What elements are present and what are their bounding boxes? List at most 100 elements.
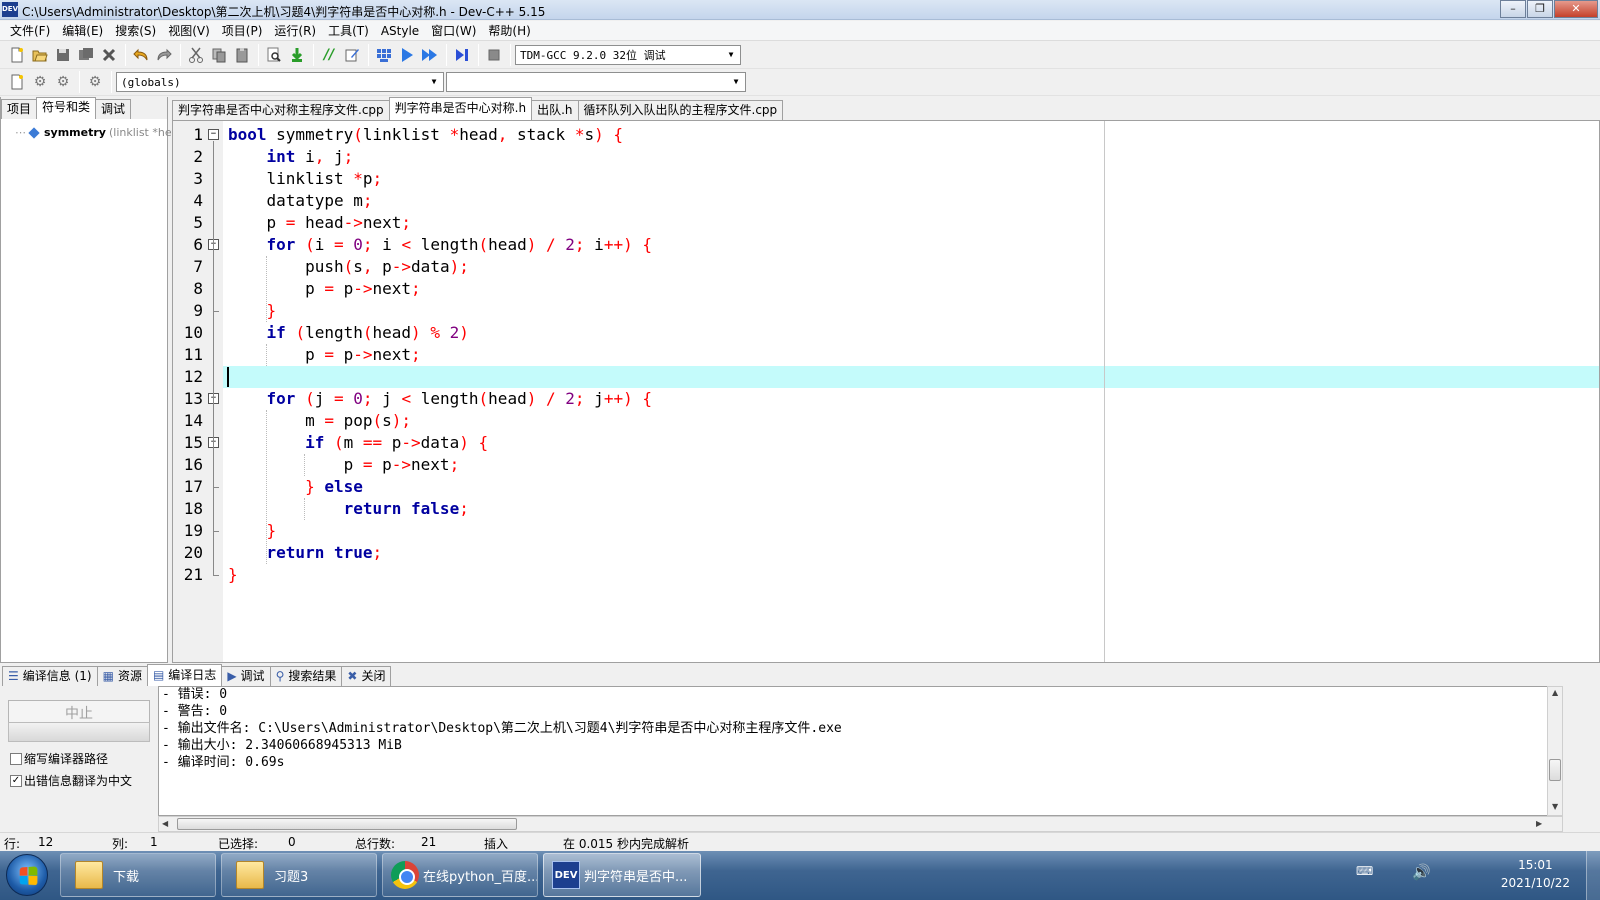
debug-icon[interactable] xyxy=(451,44,473,66)
tab-resources[interactable]: ▦ 资源 xyxy=(96,666,148,686)
menu-window[interactable]: 窗口(W) xyxy=(425,22,482,39)
line-number: 2 xyxy=(193,147,203,166)
gear-icon-2[interactable]: ⚙ xyxy=(52,71,74,93)
line-number: 14 xyxy=(183,411,203,430)
line-number: 5 xyxy=(193,213,203,232)
copy-icon[interactable] xyxy=(208,44,230,66)
chrome-icon xyxy=(391,861,419,889)
start-button[interactable] xyxy=(6,854,48,896)
log-line-output-size: - 输出大小: 2.34060668945313 MiB xyxy=(162,738,402,753)
undo-icon[interactable] xyxy=(130,44,152,66)
save-icon[interactable] xyxy=(52,44,74,66)
tab-debug-output[interactable]: ▶ 调试 xyxy=(221,666,271,686)
menu-file[interactable]: 文件(F) xyxy=(4,22,56,39)
member-select[interactable]: ▼ xyxy=(446,72,746,92)
compiler-select[interactable]: TDM-GCC 9.2.0 32位 调试 ▼ xyxy=(515,44,741,65)
taskbar-item-downloads[interactable]: 下载 xyxy=(60,853,216,897)
checkbox-checked: ✓ xyxy=(10,774,22,787)
short-path-checkbox[interactable]: 缩写编译器路径 xyxy=(10,750,108,767)
minimize-button[interactable]: – xyxy=(1500,0,1526,18)
taskbar: 下载 习题3 在线python_百度... DEV 判字符串是否中... ⌨ 🔊… xyxy=(0,851,1600,900)
window-title: C:\Users\Administrator\Desktop\第二次上机\习题4… xyxy=(22,5,546,19)
show-desktop-button[interactable] xyxy=(1586,851,1600,900)
tab-compile-info[interactable]: ☰ 编译信息 (1) xyxy=(2,666,98,686)
status-row-value: 12 xyxy=(38,835,54,849)
log-line-errors: - 错误: 0 xyxy=(162,687,228,702)
code-line: return true; xyxy=(266,543,383,562)
tab-close[interactable]: ✖ 关闭 xyxy=(341,666,392,686)
taskbar-item-devcpp[interactable]: DEV 判字符串是否中... xyxy=(543,853,701,897)
log-vertical-scrollbar[interactable]: ▲ ▼ xyxy=(1547,686,1563,816)
class-toolbar: ⚙ ⚙ ⚙ (globals) ▼ ▼ xyxy=(0,69,1600,96)
new-class-icon[interactable] xyxy=(6,71,28,93)
goto-icon[interactable] xyxy=(286,44,308,66)
status-bar: 行: 12 列: 1 已选择: 0 总行数: 21 插入 在 0.015 秒内完… xyxy=(0,832,1600,851)
taskbar-item-chrome[interactable]: 在线python_百度... xyxy=(382,853,538,897)
tab-debug[interactable]: 调试 xyxy=(95,99,132,119)
close-window-button[interactable]: ✕ xyxy=(1554,0,1598,18)
menu-view[interactable]: 视图(V) xyxy=(162,22,216,39)
code-line: push(s, p->data); xyxy=(228,257,469,276)
tree-item-symmetry[interactable]: ⋯ symmetry (linklist *head, xyxy=(15,126,189,139)
compile-icon[interactable] xyxy=(373,44,395,66)
menu-astyle[interactable]: AStyle xyxy=(375,24,425,38)
line-number: 13 xyxy=(183,389,203,408)
new-file-icon[interactable] xyxy=(6,44,28,66)
keyboard-icon[interactable]: ⌨ xyxy=(1356,864,1373,878)
edit-note-icon[interactable] xyxy=(341,44,363,66)
menu-edit[interactable]: 编辑(E) xyxy=(56,22,109,39)
clock-time: 15:01 xyxy=(1518,858,1553,872)
fold-toggle-icon[interactable]: − xyxy=(208,129,219,140)
log-line-warnings: - 警告: 0 xyxy=(162,704,228,719)
stop-icon[interactable] xyxy=(483,44,505,66)
code-line: for (j = 0; j < length(head) / 2; j++) { xyxy=(266,389,652,408)
tab-symmetry-h[interactable]: 判字符串是否中心对称.h xyxy=(388,97,533,120)
compile-run-icon[interactable] xyxy=(419,44,441,66)
code-editor[interactable]: 123456789101112131415161718192021−−−− bo… xyxy=(172,120,1600,663)
open-file-icon[interactable] xyxy=(29,44,51,66)
find-icon[interactable] xyxy=(263,44,285,66)
clock[interactable]: 15:01 2021/10/22 xyxy=(1501,856,1570,892)
code-line: bool symmetry(linklist *head, stack *s) … xyxy=(228,125,624,144)
line-number: 3 xyxy=(193,169,203,188)
tab-dequeue-h[interactable]: 出队.h xyxy=(531,100,579,120)
scope-select[interactable]: (globals) ▼ xyxy=(116,72,444,92)
redo-icon[interactable] xyxy=(153,44,175,66)
translate-checkbox[interactable]: ✓ 出错信息翻译为中文 xyxy=(10,772,132,789)
tab-compile-log[interactable]: ▤ 编译日志 xyxy=(146,664,223,686)
volume-icon[interactable]: 🔊 xyxy=(1412,863,1431,881)
close-file-icon[interactable] xyxy=(98,44,120,66)
menu-help[interactable]: 帮助(H) xyxy=(482,22,536,39)
cut-icon[interactable] xyxy=(185,44,207,66)
function-icon xyxy=(28,126,40,139)
gear-icon-3[interactable]: ⚙ xyxy=(84,71,106,93)
tab-symbols[interactable]: 符号和类 xyxy=(36,97,97,119)
save-all-icon[interactable] xyxy=(75,44,97,66)
line-number: 18 xyxy=(183,499,203,518)
status-total-value: 21 xyxy=(421,835,437,849)
line-number: 7 xyxy=(193,257,203,276)
comment-icon[interactable]: // xyxy=(318,44,340,66)
menu-search[interactable]: 搜索(S) xyxy=(109,22,162,39)
menu-tools[interactable]: 工具(T) xyxy=(322,22,375,39)
gear-icon[interactable]: ⚙ xyxy=(29,71,51,93)
tab-search-results[interactable]: ⚲ 搜索结果 xyxy=(269,666,343,686)
status-col-label: 列: xyxy=(112,837,129,851)
folder-icon xyxy=(75,861,103,889)
compile-log[interactable]: - 错误: 0 - 警告: 0 - 输出文件名: C:\Users\Admini… xyxy=(158,686,1563,816)
run-icon[interactable] xyxy=(396,44,418,66)
menu-run[interactable]: 运行(R) xyxy=(268,22,322,39)
line-number: 21 xyxy=(183,565,203,584)
menu-project[interactable]: 项目(P) xyxy=(216,22,269,39)
status-total-label: 总行数: xyxy=(355,837,396,851)
line-number: 4 xyxy=(193,191,203,210)
taskbar-item-exercise3[interactable]: 习题3 xyxy=(221,853,377,897)
log-horizontal-scrollbar[interactable]: ◀ ▶ xyxy=(158,816,1563,832)
close-icon: ✖ xyxy=(347,669,358,683)
paste-icon[interactable] xyxy=(231,44,253,66)
line-number: 15 xyxy=(183,433,203,452)
maximize-button[interactable]: ❐ xyxy=(1527,0,1553,18)
tab-queue-main-cpp[interactable]: 循环队列入队出队的主程序文件.cpp xyxy=(577,100,784,120)
tab-project[interactable]: 项目 xyxy=(1,99,38,119)
tab-main-cpp[interactable]: 判字符串是否中心对称主程序文件.cpp xyxy=(172,100,390,120)
